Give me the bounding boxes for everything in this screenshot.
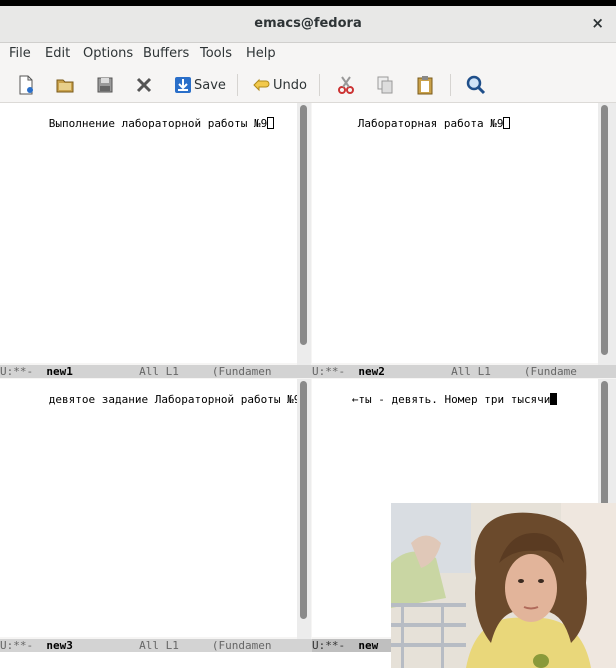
scissors-icon: [338, 76, 354, 94]
modeline-new3[interactable]: U:**- new3 All L1 (Fundamen: [0, 639, 312, 652]
x-icon: [136, 77, 152, 93]
modeline-status: U:**-: [0, 639, 47, 652]
buffer-content: ты - девять. Номер три тысячи: [358, 393, 551, 406]
buffer-content: Лабораторная работа №9: [357, 117, 504, 130]
modeline-position: All L1 (Fundamen: [72, 639, 272, 652]
modeline-status: U:**-: [312, 365, 359, 378]
menu-buffers[interactable]: Buffers: [143, 46, 189, 61]
search-icon: [466, 75, 486, 95]
modeline-new2[interactable]: U:**- new2 All L1 (Fundame: [312, 365, 616, 378]
toolbar-separator: [450, 74, 451, 96]
window-new3[interactable]: девятое задание Лабораторной работы №9: [0, 379, 298, 637]
undo-button[interactable]: Undo: [251, 74, 307, 96]
scrollbar[interactable]: [598, 379, 616, 509]
clipboard-icon: [417, 76, 433, 95]
scrollbar[interactable]: [297, 103, 311, 365]
scrollbar-thumb[interactable]: [300, 381, 307, 619]
cursor: [503, 117, 511, 129]
modeline-position: All L1 (Fundamen: [72, 365, 272, 378]
webcam-overlay: [391, 503, 616, 668]
save-icon: [175, 77, 191, 93]
copy-button[interactable]: [375, 74, 395, 96]
modeline-buffer-name: new: [358, 639, 379, 652]
open-file-button[interactable]: [55, 74, 75, 96]
paste-button[interactable]: [415, 74, 435, 96]
modeline-position: All L1 (Fundame: [384, 365, 577, 378]
cursor: [267, 117, 275, 129]
modeline-status: U:**-: [0, 365, 47, 378]
undo-label: Undo: [273, 77, 307, 93]
new-file-icon: [19, 75, 33, 95]
modeline-buffer-name: new2: [358, 365, 385, 378]
menu-edit[interactable]: Edit: [45, 46, 70, 61]
modeline-new1[interactable]: U:**- new1 All L1 (Fundamen: [0, 365, 312, 378]
copy-icon: [377, 76, 393, 94]
new-file-button[interactable]: [16, 74, 36, 96]
scrollbar-thumb[interactable]: [601, 381, 608, 506]
webcam-person-image: [391, 503, 616, 668]
buffer-text: девятое задание Лабораторной работы №9: [9, 379, 298, 421]
menu-help[interactable]: Help: [246, 46, 276, 61]
menu-bar: File Edit Options Buffers Tools Help: [0, 43, 616, 65]
buffer-text: Выполнение лабораторной работы №9: [9, 103, 275, 145]
scrollbar[interactable]: [297, 379, 311, 639]
search-button[interactable]: [465, 74, 487, 96]
cursor: [550, 393, 558, 405]
menu-tools[interactable]: Tools: [200, 46, 232, 61]
close-icon[interactable]: ×: [591, 14, 604, 32]
cut-button[interactable]: [336, 74, 356, 96]
window-new1[interactable]: Выполнение лабораторной работы №9: [0, 103, 298, 363]
save-file-button[interactable]: [95, 74, 115, 96]
buffer-text: ←ты - девять. Номер три тысячи: [312, 379, 558, 421]
scrollbar[interactable]: [598, 103, 616, 365]
folder-icon: [56, 79, 74, 93]
buffer-content: Выполнение лабораторной работы №9: [48, 117, 268, 130]
menu-options[interactable]: Options: [83, 46, 133, 61]
menu-file[interactable]: File: [9, 46, 31, 61]
scrollbar-thumb[interactable]: [601, 105, 608, 355]
toolbar-separator: [319, 74, 320, 96]
undo-icon: [253, 78, 270, 92]
toolbar: Save Undo: [0, 66, 616, 103]
disk-icon: [97, 77, 113, 93]
window-new2[interactable]: Лабораторная работа №9: [312, 103, 598, 363]
modeline-status: U:**-: [312, 639, 359, 652]
modeline-buffer-name: new3: [46, 639, 73, 652]
save-button[interactable]: Save: [174, 74, 226, 96]
buffer-content: девятое задание Лабораторной работы №9: [48, 393, 298, 406]
toolbar-separator: [237, 74, 238, 96]
title-bar[interactable]: emacs@fedora ×: [0, 6, 616, 43]
save-label: Save: [194, 77, 226, 93]
window-title: emacs@fedora: [254, 16, 362, 31]
close-buffer-button[interactable]: [134, 74, 154, 96]
scrollbar-thumb[interactable]: [300, 105, 307, 345]
modeline-buffer-name: new1: [46, 365, 73, 378]
buffer-text: Лабораторная работа №9: [318, 103, 511, 145]
